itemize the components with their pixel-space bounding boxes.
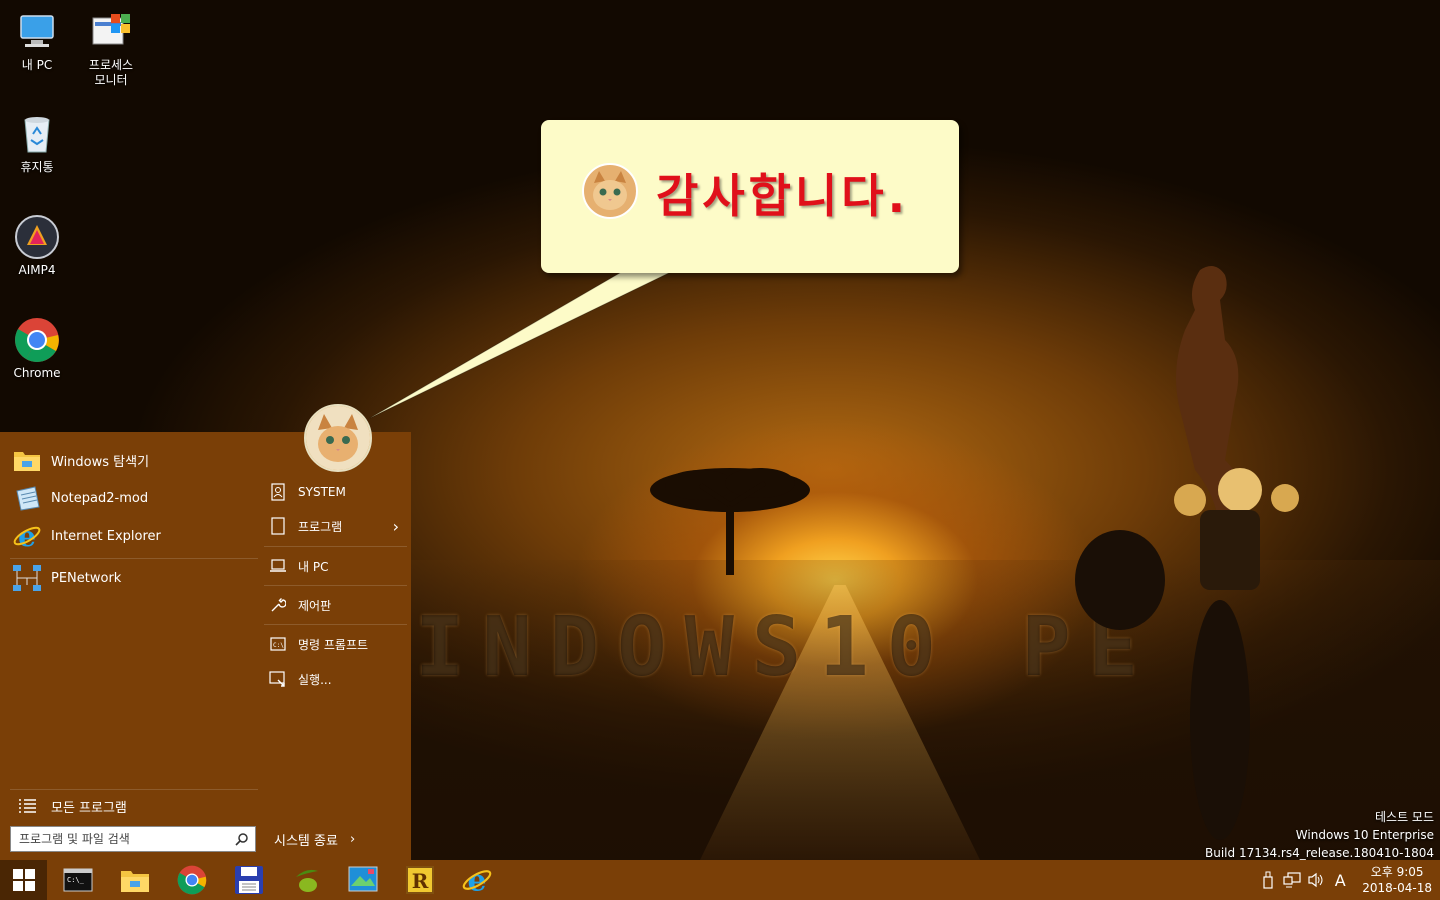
save-icon: [235, 866, 263, 894]
svg-text:C:\_: C:\_: [67, 876, 85, 884]
ie-icon: e: [10, 521, 44, 551]
chevron-right-icon[interactable]: ›: [350, 832, 355, 847]
callout-text: 감사합니다.: [656, 169, 910, 223]
cmd-icon: C:\_: [63, 868, 93, 892]
start-item-windows-explorer[interactable]: Windows 탐색기: [10, 443, 258, 477]
search-input[interactable]: [17, 831, 231, 847]
start-menu-separator: [10, 558, 258, 559]
chrome-icon: [13, 316, 61, 364]
screenshot-icon: [348, 866, 378, 892]
desktop-icon-recycle-bin[interactable]: 휴지통: [0, 110, 74, 175]
list-icon: [10, 791, 44, 821]
system-tray: A 오후 9:05 2018-04-18: [1256, 860, 1432, 900]
network-status-icon[interactable]: [1280, 872, 1304, 888]
taskbar-internet-explorer[interactable]: e: [451, 860, 503, 900]
start-right-my-pc[interactable]: 내 PC: [267, 551, 407, 581]
olive-icon: [296, 869, 318, 892]
aimp-icon: [13, 213, 61, 261]
start-menu-separator: [264, 546, 407, 547]
svg-text:e: e: [18, 521, 36, 551]
clock-time: 오후 9:05: [1370, 865, 1424, 879]
desktop-icon-chrome[interactable]: Chrome: [0, 316, 74, 381]
ie-icon: e: [462, 864, 492, 896]
desktop-icon-process-monitor[interactable]: 프로세스 모니터: [74, 8, 148, 88]
taskbar-olive-app[interactable]: [280, 860, 332, 900]
start-right-programs[interactable]: 프로그램 ›: [267, 511, 407, 541]
kitten-avatar-icon: [582, 163, 638, 219]
taskbar-r-app[interactable]: R: [394, 860, 446, 900]
wrench-icon: [267, 597, 289, 613]
desktop-icon-my-pc[interactable]: 내 PC: [0, 8, 74, 73]
start-right-command-prompt[interactable]: C:\ 명령 프롬프트: [267, 629, 407, 659]
run-icon: [267, 671, 289, 687]
taskbar: C:\_ R e A 오후 9:05 2018-04-18: [0, 860, 1440, 900]
wallpaper-tree: [650, 468, 810, 575]
clock[interactable]: 오후 9:05 2018-04-18: [1362, 864, 1432, 896]
search-icon[interactable]: [231, 832, 253, 846]
desktop-icon-aimp4[interactable]: AIMP4: [0, 213, 74, 278]
start-item-internet-explorer[interactable]: e Internet Explorer: [10, 519, 258, 553]
shutdown-button[interactable]: 시스템 종료 ›: [264, 826, 374, 852]
start-item-notepad2[interactable]: Notepad2-mod: [10, 481, 258, 515]
input-method-indicator[interactable]: A: [1328, 871, 1352, 890]
kitten-avatar-icon: [306, 406, 370, 470]
clock-date: 2018-04-18: [1362, 881, 1432, 895]
user-icon: [267, 483, 289, 501]
volume-icon[interactable]: [1304, 872, 1328, 888]
start-right-run[interactable]: 실행...: [267, 664, 407, 694]
taskbar-screenshot-app[interactable]: [337, 860, 389, 900]
svg-text:R: R: [412, 869, 429, 893]
start-right-control-panel[interactable]: 제어판: [267, 590, 407, 620]
taskbar-cmd[interactable]: C:\_: [52, 860, 104, 900]
svg-text:e: e: [468, 864, 487, 896]
taskbar-chrome[interactable]: [166, 860, 218, 900]
explorer-icon: [121, 871, 149, 892]
windows-logo-icon: [12, 869, 35, 891]
process-monitor-icon: [87, 8, 135, 56]
thank-you-callout: 감사합니다.: [541, 120, 959, 273]
recycle-bin-icon: [13, 110, 61, 158]
laptop-icon: [267, 559, 289, 573]
chevron-right-icon: ›: [392, 516, 399, 536]
test-mode-watermark: 테스트 모드 Windows 10 Enterprise Build 17134…: [1205, 810, 1434, 860]
start-button[interactable]: [0, 860, 47, 900]
notepad-icon: [10, 483, 44, 513]
start-right-system-user[interactable]: SYSTEM: [267, 477, 407, 507]
svg-text:C:\: C:\: [273, 642, 284, 649]
start-menu-separator: [264, 585, 407, 586]
all-programs-button[interactable]: 모든 프로그램: [10, 789, 258, 823]
start-menu-separator: [264, 624, 407, 625]
user-avatar[interactable]: [304, 404, 372, 472]
start-item-penetwork[interactable]: PENetwork: [10, 561, 258, 595]
start-search-box[interactable]: [10, 826, 256, 852]
wallpaper-rider: [1075, 266, 1299, 840]
cmd-icon: C:\: [267, 637, 289, 651]
wallpaper-text: INDOWS10 PE: [415, 600, 1157, 695]
taskbar-explorer[interactable]: [109, 860, 161, 900]
programs-icon: [267, 517, 289, 535]
taskbar-save-app[interactable]: [223, 860, 275, 900]
chrome-icon: [177, 865, 207, 895]
usb-icon[interactable]: [1256, 871, 1280, 889]
r-icon: R: [406, 866, 434, 894]
folder-icon: [10, 445, 44, 475]
computer-icon: [13, 8, 61, 56]
network-icon: [10, 563, 44, 593]
